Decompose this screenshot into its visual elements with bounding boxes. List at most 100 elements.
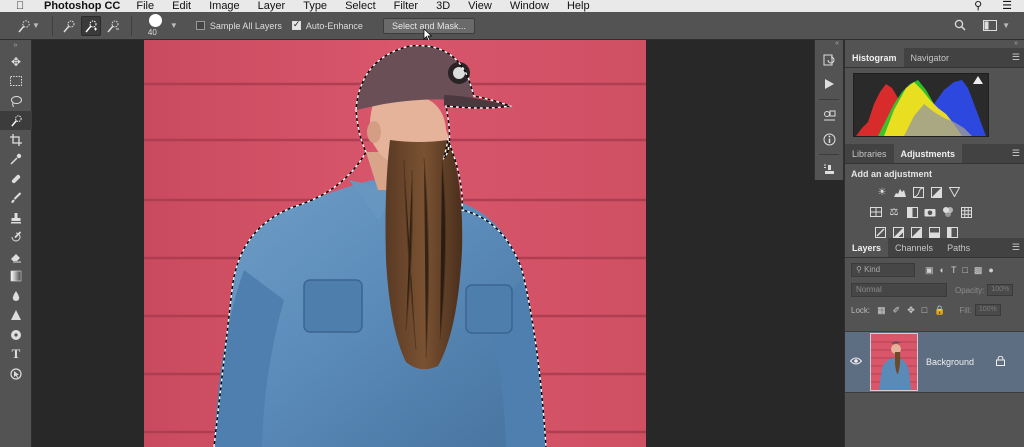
actions-panel-icon[interactable] — [815, 72, 843, 96]
tab-paths[interactable]: Paths — [940, 238, 977, 257]
threshold-icon[interactable] — [909, 225, 923, 239]
sample-all-layers-option[interactable]: Sample All Layers — [195, 21, 282, 31]
chevron-down-icon[interactable]: ▼ — [1002, 21, 1010, 30]
blend-mode-dropdown[interactable]: Normal — [851, 283, 947, 297]
hue-saturation-icon[interactable] — [869, 205, 883, 219]
move-tool[interactable]: ✥ — [0, 52, 32, 72]
marquee-tool[interactable] — [0, 72, 32, 92]
menu-edit[interactable]: Edit — [172, 0, 191, 12]
notification-list-icon[interactable]: ☰ — [1002, 0, 1012, 12]
new-selection-button[interactable] — [59, 16, 79, 36]
layer-background[interactable]: Background — [845, 331, 1024, 393]
smart-object-filter-icon[interactable]: ▩ — [974, 265, 983, 276]
gradient-tool[interactable] — [0, 267, 32, 287]
blur-tool[interactable] — [0, 286, 32, 306]
canvas-area[interactable] — [32, 40, 814, 447]
pixel-filter-icon[interactable]: ▣ — [925, 265, 934, 276]
shape-filter-icon[interactable]: □ — [962, 265, 967, 276]
add-to-selection-button[interactable] — [80, 15, 101, 36]
workspace-switcher-icon[interactable] — [980, 16, 1000, 34]
document-photo[interactable] — [144, 40, 646, 447]
path-selection-tool[interactable] — [0, 364, 32, 384]
type-filter-icon[interactable]: T — [951, 265, 957, 276]
tab-adjustments[interactable]: Adjustments — [893, 144, 963, 163]
menu-3d[interactable]: 3D — [436, 0, 450, 12]
selective-color-icon[interactable] — [927, 225, 941, 239]
crop-tool[interactable] — [0, 130, 32, 150]
levels-icon[interactable] — [893, 185, 907, 199]
menu-layer[interactable]: Layer — [258, 0, 286, 12]
properties-panel-icon[interactable] — [815, 103, 843, 127]
menu-filter[interactable]: Filter — [394, 0, 418, 12]
brightness-contrast-icon[interactable]: ☀ — [875, 185, 889, 199]
tab-layers[interactable]: Layers — [845, 238, 889, 257]
subtract-from-selection-button[interactable] — [103, 16, 123, 36]
menu-view[interactable]: View — [468, 0, 492, 12]
collapse-arrows-icon[interactable]: » — [845, 40, 1024, 48]
vibrance-icon[interactable] — [947, 185, 961, 199]
panel-menu-icon[interactable]: ☰ — [1012, 242, 1020, 253]
layer-thumbnail[interactable] — [870, 333, 918, 391]
auto-enhance-option[interactable]: Auto-Enhance — [291, 19, 363, 31]
auto-enhance-checkbox[interactable] — [291, 19, 301, 30]
tab-channels[interactable]: Channels — [888, 238, 940, 257]
quick-selection-tool[interactable] — [0, 110, 32, 130]
color-lookup-icon[interactable] — [959, 205, 973, 219]
layer-name[interactable]: Background — [926, 357, 974, 367]
chevron-down-icon[interactable]: ▼ — [170, 21, 178, 30]
search-icon[interactable] — [950, 16, 970, 34]
lock-all-icon[interactable]: 🔒 — [934, 305, 945, 316]
color-balance-icon[interactable]: ⚖ — [887, 205, 901, 219]
menu-file[interactable]: File — [136, 0, 154, 12]
lock-pixels-icon[interactable]: ✐ — [893, 305, 901, 316]
dodge-tool[interactable] — [0, 306, 32, 326]
collapse-arrows-icon[interactable]: » — [0, 40, 31, 52]
menu-window[interactable]: Window — [510, 0, 549, 12]
menu-select[interactable]: Select — [345, 0, 376, 12]
info-panel-icon[interactable] — [815, 127, 843, 151]
tab-navigator[interactable]: Navigator — [904, 48, 957, 67]
eraser-tool[interactable] — [0, 247, 32, 267]
fill-input[interactable]: 100% — [974, 304, 1001, 316]
eyedropper-tool[interactable] — [0, 150, 32, 170]
opacity-input[interactable]: 100% — [987, 284, 1014, 296]
chevron-down-icon[interactable]: ▼ — [32, 21, 40, 30]
pen-tool[interactable] — [0, 325, 32, 345]
healing-brush-tool[interactable] — [0, 169, 32, 189]
posterize-icon[interactable] — [891, 225, 905, 239]
app-name-menu[interactable]: Photoshop CC — [44, 0, 120, 12]
gradient-map-icon[interactable] — [945, 225, 959, 239]
lasso-tool[interactable] — [0, 91, 32, 111]
lock-position-icon[interactable]: ✥ — [907, 305, 915, 316]
collapse-arrows-icon[interactable]: « — [815, 40, 843, 48]
bearded-man-photo[interactable] — [144, 40, 646, 447]
menu-type[interactable]: Type — [303, 0, 327, 12]
lock-artboard-icon[interactable]: □ — [922, 305, 927, 315]
tool-presets-panel-icon[interactable] — [815, 158, 843, 182]
spotlight-search-icon[interactable]: ⚲ — [974, 0, 982, 12]
tab-histogram[interactable]: Histogram — [845, 48, 904, 67]
sample-all-layers-checkbox[interactable] — [195, 21, 205, 30]
eye-icon[interactable] — [845, 356, 867, 368]
channel-mixer-icon[interactable] — [941, 205, 955, 219]
exposure-icon[interactable] — [929, 185, 943, 199]
brush-tool[interactable] — [0, 189, 32, 209]
history-brush-tool[interactable] — [0, 228, 32, 248]
photo-filter-icon[interactable] — [923, 205, 937, 219]
invert-icon[interactable] — [873, 225, 887, 239]
black-white-icon[interactable] — [905, 205, 919, 219]
type-tool[interactable]: T — [0, 345, 32, 365]
brush-picker[interactable]: 40 — [146, 13, 170, 39]
menu-image[interactable]: Image — [209, 0, 240, 12]
menu-help[interactable]: Help — [567, 0, 590, 12]
curves-icon[interactable] — [911, 185, 925, 199]
filter-toggle-icon[interactable]: ● — [988, 265, 993, 276]
layer-lock-icon[interactable] — [996, 355, 1005, 368]
clone-stamp-tool[interactable] — [0, 208, 32, 228]
panel-menu-icon[interactable]: ☰ — [1012, 148, 1020, 159]
lock-transparent-icon[interactable]: ▦ — [877, 305, 886, 316]
tab-libraries[interactable]: Libraries — [845, 144, 894, 163]
history-panel-icon[interactable] — [815, 48, 843, 72]
adjustment-filter-icon[interactable]: ◐ — [940, 265, 945, 276]
panel-menu-icon[interactable]: ☰ — [1012, 52, 1020, 63]
